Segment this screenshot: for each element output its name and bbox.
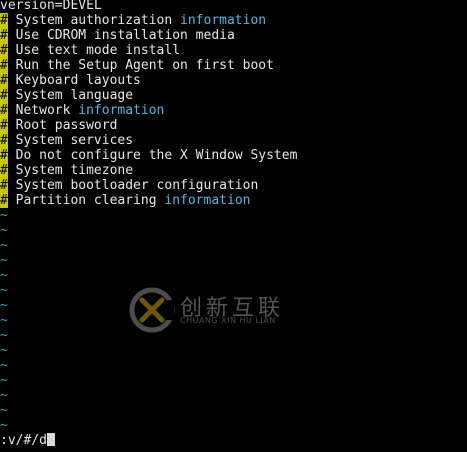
search-highlight-hash: #: [0, 163, 8, 178]
comment-text: Keyboard layouts: [7, 73, 141, 88]
terminal-window[interactable]: version=DEVEL # System authorization info…: [0, 0, 467, 452]
empty-line-tilde: ~: [0, 283, 8, 298]
comment-text: Root password: [7, 118, 118, 133]
search-highlight-hash: #: [0, 178, 8, 193]
search-highlight-hash: #: [0, 148, 8, 163]
buffer-line-comment: # System bootloader configuration: [0, 178, 258, 193]
buffer-line-comment: # System services: [0, 133, 133, 148]
syntax-keyword: information: [78, 103, 165, 118]
search-highlight-hash: #: [0, 88, 8, 103]
comment-text: Use text mode install: [7, 43, 181, 58]
empty-line-tilde: ~: [0, 343, 8, 358]
comment-text: System authorization: [7, 13, 181, 28]
comment-text: Use CDROM installation media: [7, 28, 235, 43]
empty-line-tilde: ~: [0, 388, 8, 403]
buffer-line-comment: # Use CDROM installation media: [0, 28, 235, 43]
buffer-line-comment: # Network information: [0, 103, 164, 118]
search-highlight-hash: #: [0, 118, 8, 133]
watermark-english-text: CHUANG XIN HU LIAN: [180, 316, 276, 325]
comment-text: System bootloader configuration: [7, 178, 259, 193]
comment-text: Run the Setup Agent on first boot: [7, 58, 274, 73]
search-highlight-hash: #: [0, 43, 8, 58]
empty-line-tilde: ~: [0, 373, 8, 388]
buffer-line-comment: # Keyboard layouts: [0, 73, 141, 88]
syntax-keyword: information: [164, 193, 251, 208]
comment-text: Partition clearing: [7, 193, 165, 208]
buffer-line-comment: # Run the Setup Agent on first boot: [0, 58, 274, 73]
buffer-line-comment: # Partition clearing information: [0, 193, 250, 208]
search-highlight-hash: #: [0, 58, 8, 73]
comment-text: System timezone: [7, 163, 134, 178]
search-highlight-hash: #: [0, 133, 8, 148]
empty-line-tilde: ~: [0, 253, 8, 268]
watermark-logo-icon: [129, 287, 175, 333]
buffer-line-comment: # Use text mode install: [0, 43, 180, 58]
empty-line-tilde: ~: [0, 328, 8, 343]
empty-line-tilde: ~: [0, 238, 8, 253]
buffer-line-comment: # System authorization information: [0, 13, 266, 28]
search-highlight-hash: #: [0, 103, 8, 118]
search-highlight-hash: #: [0, 193, 8, 208]
empty-line-tilde: ~: [0, 418, 8, 433]
watermark: 创新互联 CHUANG XIN HU LIAN: [128, 284, 318, 336]
syntax-keyword: information: [180, 13, 267, 28]
text-cursor: [46, 433, 55, 446]
version-text: version=DEVEL: [0, 0, 102, 13]
buffer-line-comment: # System timezone: [0, 163, 133, 178]
empty-line-tilde: ~: [0, 208, 8, 223]
empty-line-tilde: ~: [0, 358, 8, 373]
buffer-line-comment: # System language: [0, 88, 133, 103]
empty-line-tilde: ~: [0, 313, 8, 328]
buffer-line-comment: # Root password: [0, 118, 117, 133]
buffer-line-comment: # Do not configure the X Window System: [0, 148, 297, 163]
command-text[interactable]: :v/#/d: [0, 433, 47, 448]
comment-text: System language: [7, 88, 134, 103]
empty-line-tilde: ~: [0, 403, 8, 418]
search-highlight-hash: #: [0, 28, 8, 43]
comment-text: Do not configure the X Window System: [7, 148, 298, 163]
empty-line-tilde: ~: [0, 268, 8, 283]
command-line[interactable]: :v/#/d: [0, 433, 55, 448]
empty-line-tilde: ~: [0, 223, 8, 238]
empty-line-tilde: ~: [0, 298, 8, 313]
search-highlight-hash: #: [0, 73, 8, 88]
buffer-line-version: version=DEVEL: [0, 0, 102, 13]
comment-text: System services: [7, 133, 134, 148]
comment-text: Network: [7, 103, 79, 118]
search-highlight-hash: #: [0, 13, 8, 28]
